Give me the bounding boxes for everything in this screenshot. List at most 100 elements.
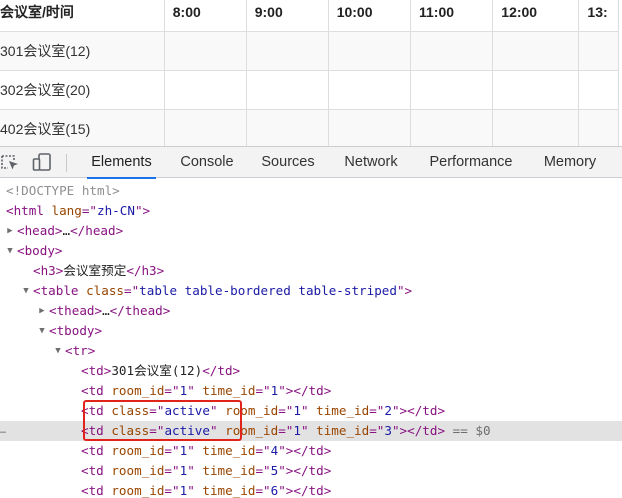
dom-token-attr: time_id — [202, 383, 256, 398]
dom-token-tag: <td> — [81, 363, 112, 378]
dom-node-line[interactable]: ▼ <tbody> — [0, 321, 622, 341]
dom-token-tag: " — [187, 443, 203, 458]
slot-cell[interactable] — [409, 31, 494, 71]
dom-token-tag: =" — [255, 463, 271, 478]
dom-node-markup: <h3>会议室预定</h3> — [33, 261, 164, 281]
dom-token-tag: "></td> — [278, 383, 332, 398]
slot-cell[interactable] — [245, 70, 329, 110]
dom-node-line[interactable]: <!DOCTYPE html> — [0, 181, 622, 201]
header-cell-room-time: 会议室/时间 — [0, 0, 165, 32]
collapse-triangle-icon[interactable]: ▼ — [21, 281, 31, 301]
dom-token-tag: =" — [255, 443, 271, 458]
slot-cell[interactable] — [409, 70, 494, 110]
slot-cell[interactable] — [492, 70, 580, 110]
dom-node-line[interactable]: ▼ <table class="table table-bordered tabl… — [0, 281, 622, 301]
slot-cell[interactable] — [578, 70, 619, 110]
slot-cell[interactable] — [163, 31, 247, 71]
tab-sources[interactable]: Sources — [258, 147, 318, 178]
dom-token-tag: =" — [124, 283, 140, 298]
dom-token-tag: "> — [396, 283, 413, 298]
dom-node-line[interactable]: <td room_id="1" time_id="6"></td> — [0, 481, 622, 498]
dom-token-txt: 会议室预定 — [63, 263, 127, 278]
dom-node-markup: <head>…</head> — [17, 221, 123, 241]
slot-cell[interactable] — [245, 31, 329, 71]
slot-cell[interactable] — [409, 109, 494, 146]
dom-token-attr: time_id — [202, 463, 256, 478]
dom-node-markup: <thead>…</thead> — [49, 301, 170, 321]
collapse-triangle-icon[interactable]: ▼ — [37, 321, 47, 341]
dom-token-tag: =" — [369, 423, 385, 438]
tab-memory[interactable]: Memory — [538, 147, 602, 178]
slot-cell[interactable] — [245, 109, 329, 146]
expand-triangle-icon[interactable]: ▶ — [5, 221, 15, 241]
tab-console[interactable]: Console — [176, 147, 238, 178]
dom-token-tag: <td — [81, 443, 112, 458]
dom-token-tag: <tbody> — [49, 323, 103, 338]
dom-token-attr: room_id — [111, 443, 165, 458]
dom-token-tag: "></td> — [391, 403, 446, 418]
dom-token-val: 1 — [293, 403, 301, 418]
slot-cell[interactable] — [492, 31, 580, 71]
room-name-cell: 301会议室(12) — [0, 31, 165, 71]
slot-cell[interactable] — [492, 109, 580, 146]
dom-node-line[interactable]: <td room_id="1" time_id="4"></td> — [0, 441, 622, 461]
collapse-triangle-icon[interactable]: ▼ — [5, 241, 15, 261]
dom-node-line[interactable]: ▼ <body> — [0, 241, 622, 261]
dom-node-markup: <tbody> — [49, 321, 102, 341]
inspect-element-icon[interactable] — [0, 152, 20, 172]
dom-node-line[interactable]: ▼ <tr> — [0, 341, 622, 361]
tab-network[interactable]: Network — [338, 147, 404, 178]
slot-cell[interactable] — [578, 109, 619, 146]
dom-node-line[interactable]: <html lang="zh-CN"> — [0, 201, 622, 221]
dom-token-tag: <h3> — [33, 263, 64, 278]
dom-node-line[interactable]: ▶ <head>…</head> — [0, 221, 622, 241]
tab-elements[interactable]: Elements — [87, 147, 156, 179]
collapse-triangle-icon[interactable]: ▼ — [53, 341, 63, 361]
dom-token-doctype: <!DOCTYPE html> — [6, 183, 120, 198]
dom-token-tag: =" — [81, 203, 98, 218]
dom-token-txt: … — [62, 223, 71, 238]
elements-dom-tree[interactable]: <!DOCTYPE html> <html lang="zh-CN"> ▶ <head… — [0, 179, 622, 498]
dom-token-tag: =" — [278, 403, 294, 418]
slot-cell[interactable] — [578, 31, 619, 71]
header-cell-time: 13: — [578, 0, 619, 32]
dom-node-markup: <tr> — [65, 341, 95, 361]
dom-node-line[interactable]: <h3>会议室预定</h3> — [0, 261, 622, 281]
dom-token-tag: </h3> — [126, 263, 165, 278]
dom-token-attr: time_id — [202, 483, 256, 498]
room-name-cell: 402会议室(15) — [0, 109, 165, 146]
dom-token-tag: <html — [6, 203, 52, 218]
dom-token-val: 2 — [384, 403, 392, 418]
slot-cell[interactable] — [327, 31, 412, 71]
highlight-box — [83, 400, 242, 441]
slot-cell[interactable] — [163, 109, 247, 146]
devtools-panel: Elements Console Sources Network Perform… — [0, 146, 622, 498]
slot-cell[interactable] — [163, 70, 247, 110]
header-cell-time: 10:00 — [327, 0, 412, 32]
dom-token-tag: </head> — [70, 223, 124, 238]
dom-token-txt: … — [102, 303, 110, 318]
slot-cell[interactable] — [327, 109, 412, 146]
dom-node-markup: <td room_id="1" time_id="1"></td> — [81, 381, 331, 401]
device-toolbar-icon[interactable] — [32, 152, 52, 172]
dom-token-tag: =" — [164, 383, 180, 398]
dom-node-line[interactable]: <td>301会议室(12)</td> — [0, 361, 622, 381]
dom-node-line[interactable]: <td room_id="1" time_id="1"></td> — [0, 381, 622, 401]
dom-token-attr: time_id — [316, 423, 370, 438]
room-name-cell: 302会议室(20) — [0, 70, 165, 110]
dom-node-markup: <td room_id="1" time_id="4"></td> — [81, 441, 331, 461]
dom-token-tag: "></td> — [278, 463, 332, 478]
tab-performance[interactable]: Performance — [424, 147, 518, 178]
dom-node-markup: <td>301会议室(12)</td> — [81, 361, 240, 381]
dom-node-line[interactable]: ▶ <thead>…</thead> — [0, 301, 622, 321]
dom-token-val: zh-CN — [97, 203, 135, 218]
dom-token-tag: =" — [255, 383, 271, 398]
dom-token-tag: " — [300, 403, 317, 418]
dom-node-line[interactable]: <td room_id="1" time_id="5"></td> — [0, 461, 622, 481]
dom-token-tag: " — [187, 463, 203, 478]
slot-cell[interactable] — [327, 70, 412, 110]
dom-token-attr: room_id — [111, 483, 165, 498]
expand-triangle-icon[interactable]: ▶ — [37, 301, 47, 321]
gutter-ellipsis-icon[interactable]: … — [0, 421, 6, 441]
dom-token-tag: =" — [164, 443, 180, 458]
